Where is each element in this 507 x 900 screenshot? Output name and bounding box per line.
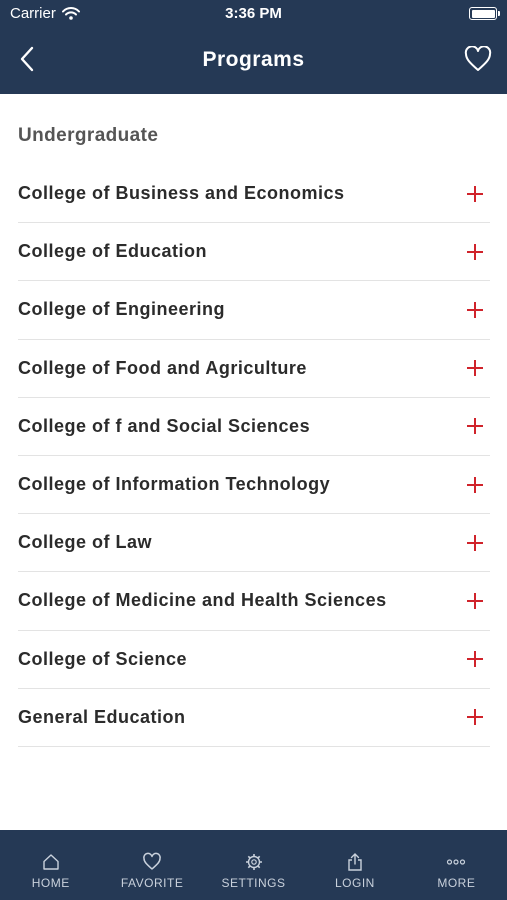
programs-content: Undergraduate College of Business and Ec… (0, 94, 507, 830)
tab-bar: HOME FAVORITE SETTINGS LOGIN MORE (0, 830, 507, 900)
list-item[interactable]: College of Business and Economics (18, 165, 490, 224)
list-item[interactable]: General Education (18, 689, 490, 747)
list-item-label: College of Engineering (18, 299, 226, 320)
tab-login[interactable]: LOGIN (304, 830, 405, 900)
list-item-label: College of Food and Agriculture (18, 357, 307, 378)
list-item[interactable]: College of Law (18, 514, 490, 573)
tab-settings[interactable]: SETTINGS (203, 830, 304, 900)
tab-home-label: HOME (31, 876, 70, 890)
plus-icon[interactable] (466, 592, 484, 610)
plus-icon[interactable] (466, 243, 484, 261)
tab-more-label: MORE (437, 876, 476, 890)
plus-icon[interactable] (466, 301, 484, 319)
list-item-label: General Education (18, 706, 186, 727)
heart-icon (143, 852, 161, 870)
page-title: Programs (202, 48, 305, 71)
section-title: Undergraduate (18, 125, 159, 146)
battery-icon (469, 7, 500, 20)
plus-icon[interactable] (466, 185, 484, 203)
plus-icon[interactable] (466, 476, 484, 494)
status-time: 3:36 PM (225, 5, 282, 22)
list-item-label: College of Science (18, 648, 188, 669)
share-icon (348, 853, 362, 871)
header: Carrier 3:36 PM Programs (0, 0, 507, 94)
plus-icon[interactable] (466, 650, 484, 668)
status-bar: Carrier 3:36 PM (0, 0, 507, 28)
favorite-button[interactable] (463, 44, 493, 74)
plus-icon[interactable] (466, 708, 484, 726)
list-item-label: College of f and Social Sciences (18, 415, 311, 436)
college-list: College of Business and Economics Colleg… (18, 165, 490, 747)
list-item-label: College of Law (18, 532, 153, 553)
more-icon (447, 859, 466, 865)
list-item[interactable]: College of Food and Agriculture (18, 340, 490, 398)
list-item-label: College of Medicine and Health Sciences (18, 590, 387, 611)
plus-icon[interactable] (466, 417, 484, 435)
list-item-label: College of Information Technology (18, 474, 331, 495)
list-item[interactable]: College of f and Social Sciences (18, 398, 490, 456)
tab-favorite-label: FAVORITE (120, 876, 184, 890)
list-item[interactable]: College of Engineering (18, 281, 490, 340)
tab-home[interactable]: HOME (0, 830, 101, 900)
tab-favorite[interactable]: FAVORITE (101, 830, 202, 900)
gear-icon (245, 854, 262, 870)
list-item-label: College of Education (18, 241, 208, 262)
tab-more[interactable]: MORE (406, 830, 507, 900)
list-item-label: College of Business and Economics (18, 183, 345, 204)
list-item[interactable]: College of Science (18, 631, 490, 689)
home-icon (43, 854, 59, 870)
plus-icon[interactable] (466, 534, 484, 552)
plus-icon[interactable] (466, 359, 484, 377)
nav-bar: Programs (0, 28, 507, 94)
tab-settings-label: SETTINGS (221, 876, 286, 890)
tab-login-label: LOGIN (335, 876, 375, 890)
heart-icon (464, 46, 492, 71)
list-item[interactable]: College of Information Technology (18, 456, 490, 515)
list-item[interactable]: College of Medicine and Health Sciences (18, 572, 490, 631)
list-item[interactable]: College of Education (18, 223, 490, 282)
